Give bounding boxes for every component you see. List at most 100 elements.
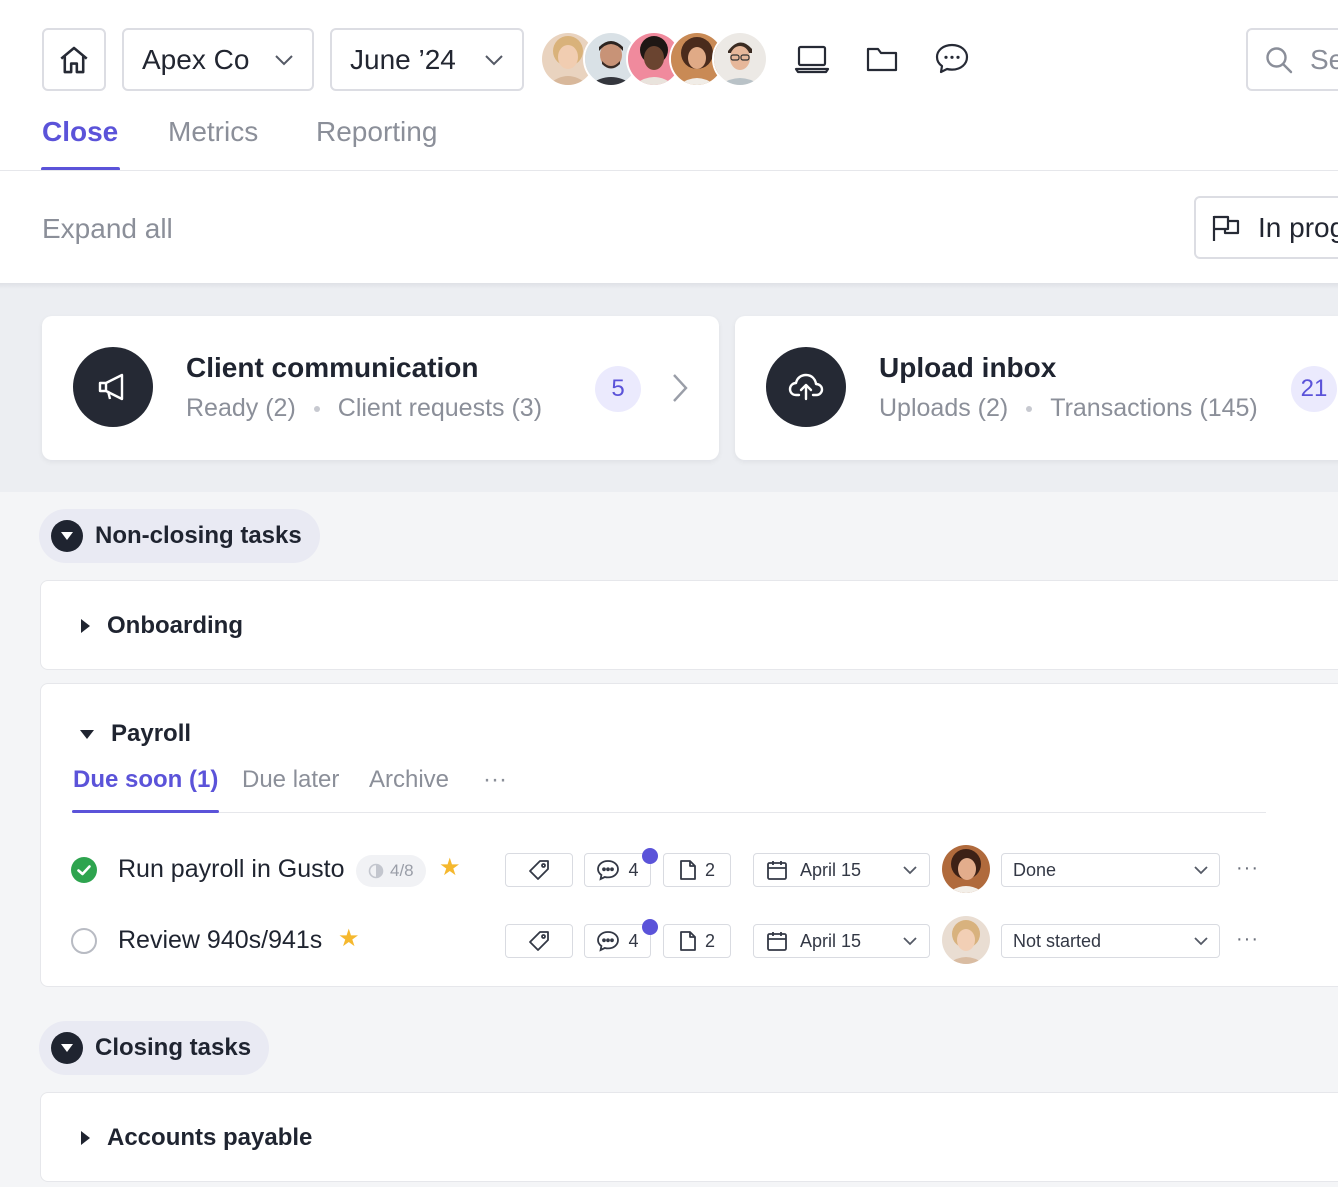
incomplete-check-icon[interactable]	[71, 928, 97, 954]
divider	[0, 170, 1338, 171]
card-meta-transactions: Transactions (145)	[1050, 394, 1258, 422]
chat-icon[interactable]	[933, 40, 971, 78]
separator-dot	[1026, 405, 1033, 412]
tab-reporting[interactable]: Reporting	[316, 116, 437, 148]
home-button[interactable]	[42, 28, 106, 91]
assignee-avatar[interactable]	[942, 845, 990, 893]
row-more-button[interactable]: ···	[1236, 857, 1259, 880]
star-icon[interactable]: ★	[338, 927, 360, 951]
closing-tasks-toggle[interactable]: Closing tasks	[39, 1021, 270, 1075]
files-button[interactable]: 2	[663, 924, 731, 958]
company-dropdown[interactable]: Apex Co	[122, 28, 314, 91]
search-input[interactable]: Se	[1246, 28, 1338, 91]
caret-right-icon	[81, 1131, 90, 1145]
comments-button[interactable]: 4	[584, 848, 658, 887]
subtask-progress: 4/8	[356, 855, 426, 887]
card-meta-uploads: Uploads (2)	[879, 394, 1009, 422]
client-communication-card[interactable]: Client communication Ready (2) Client re…	[42, 316, 719, 460]
tag-button[interactable]	[505, 853, 573, 887]
calendar-icon	[767, 861, 787, 880]
tab-metrics[interactable]: Metrics	[168, 116, 258, 148]
card-title: Client communication	[186, 352, 479, 383]
flag-icon	[1212, 215, 1240, 241]
count-badge: 21	[1291, 366, 1337, 412]
comment-icon	[597, 860, 620, 881]
group-accounts-payable[interactable]: Accounts payable	[40, 1092, 1338, 1182]
status-filter-button[interactable]: In prog	[1194, 196, 1338, 259]
file-count: 2	[704, 930, 715, 951]
due-date-dropdown[interactable]: April 15	[753, 853, 930, 887]
period-dropdown-value: June ’24	[350, 43, 456, 75]
tab-close[interactable]: Close	[42, 116, 118, 148]
team-avatars[interactable]	[540, 31, 768, 89]
group-onboarding[interactable]: Onboarding	[40, 580, 1338, 670]
card-meta-requests: Client requests (3)	[337, 394, 543, 422]
expand-all-button[interactable]: Expand all	[42, 213, 173, 245]
company-dropdown-value: Apex Co	[142, 43, 250, 75]
separator-dot	[313, 405, 320, 412]
cloud-upload-icon	[766, 347, 846, 427]
task-title[interactable]: Review 940s/941s	[118, 926, 322, 955]
caret-down-icon	[51, 1032, 83, 1064]
progress-ring-icon	[368, 863, 384, 879]
chevron-right-icon[interactable]	[670, 372, 690, 409]
group-title: Payroll	[111, 720, 192, 747]
status-value: Not started	[1013, 930, 1102, 951]
group-header[interactable]: Accounts payable	[79, 1124, 312, 1152]
card-meta-ready: Ready (2)	[186, 394, 296, 422]
period-dropdown[interactable]: June ’24	[330, 28, 524, 91]
comment-icon	[597, 931, 620, 952]
subtab-archive[interactable]: Archive	[369, 766, 449, 794]
chevron-down-icon	[903, 936, 917, 946]
calendar-icon	[767, 932, 787, 951]
laptop-icon[interactable]	[793, 40, 831, 78]
comment-count: 4	[628, 930, 639, 951]
file-count: 2	[704, 859, 715, 880]
task-row: Review 940s/941s ★ 4 2 April 15 Not star…	[0, 916, 1338, 966]
due-date: April 15	[800, 930, 862, 951]
completed-check-icon[interactable]	[71, 857, 97, 883]
files-button[interactable]: 2	[663, 853, 731, 887]
assignee-avatar[interactable]	[942, 916, 990, 964]
folder-icon[interactable]	[863, 40, 901, 78]
avatar[interactable]	[712, 31, 768, 87]
card-meta: Ready (2) Client requests (3)	[186, 394, 542, 423]
non-closing-tasks-toggle[interactable]: Non-closing tasks	[39, 509, 320, 563]
subtab-due-later[interactable]: Due later	[242, 766, 339, 794]
upload-inbox-card[interactable]: Upload inbox Uploads (2) Transactions (1…	[735, 316, 1338, 460]
search-placeholder: Se	[1310, 43, 1338, 75]
status-value: Done	[1013, 859, 1057, 880]
status-dropdown[interactable]: Not started	[1001, 924, 1220, 958]
chevron-down-icon	[903, 865, 917, 875]
subtab-due-soon[interactable]: Due soon (1)	[73, 766, 218, 794]
status-filter-label: In prog	[1258, 211, 1338, 243]
chevron-down-icon	[1194, 865, 1208, 875]
row-more-button[interactable]: ···	[1236, 928, 1259, 951]
home-icon	[60, 46, 88, 73]
due-date: April 15	[800, 859, 862, 880]
comment-count: 4	[628, 859, 639, 880]
tag-icon	[529, 931, 549, 951]
section-label: Non-closing tasks	[95, 522, 302, 549]
tag-button[interactable]	[505, 924, 573, 958]
file-icon	[680, 860, 696, 880]
caret-right-icon	[81, 619, 90, 633]
star-icon[interactable]: ★	[439, 856, 461, 880]
caret-down-icon	[51, 520, 83, 552]
card-title: Upload inbox	[879, 352, 1057, 383]
chevron-down-icon	[1194, 936, 1208, 946]
group-header[interactable]: Onboarding	[79, 612, 243, 640]
more-subtabs-button[interactable]: ···	[483, 766, 507, 794]
group-title: Accounts payable	[107, 1124, 313, 1151]
unread-dot	[642, 848, 658, 864]
tag-icon	[529, 860, 549, 880]
task-title[interactable]: Run payroll in Gusto	[118, 855, 345, 884]
group-header[interactable]: Payroll	[79, 720, 191, 748]
band-shadow	[0, 283, 1338, 289]
status-dropdown[interactable]: Done	[1001, 853, 1220, 887]
divider	[72, 812, 1266, 813]
file-icon	[680, 931, 696, 951]
card-meta: Uploads (2) Transactions (145)	[879, 394, 1258, 423]
due-date-dropdown[interactable]: April 15	[753, 924, 930, 958]
comments-button[interactable]: 4	[584, 919, 658, 958]
